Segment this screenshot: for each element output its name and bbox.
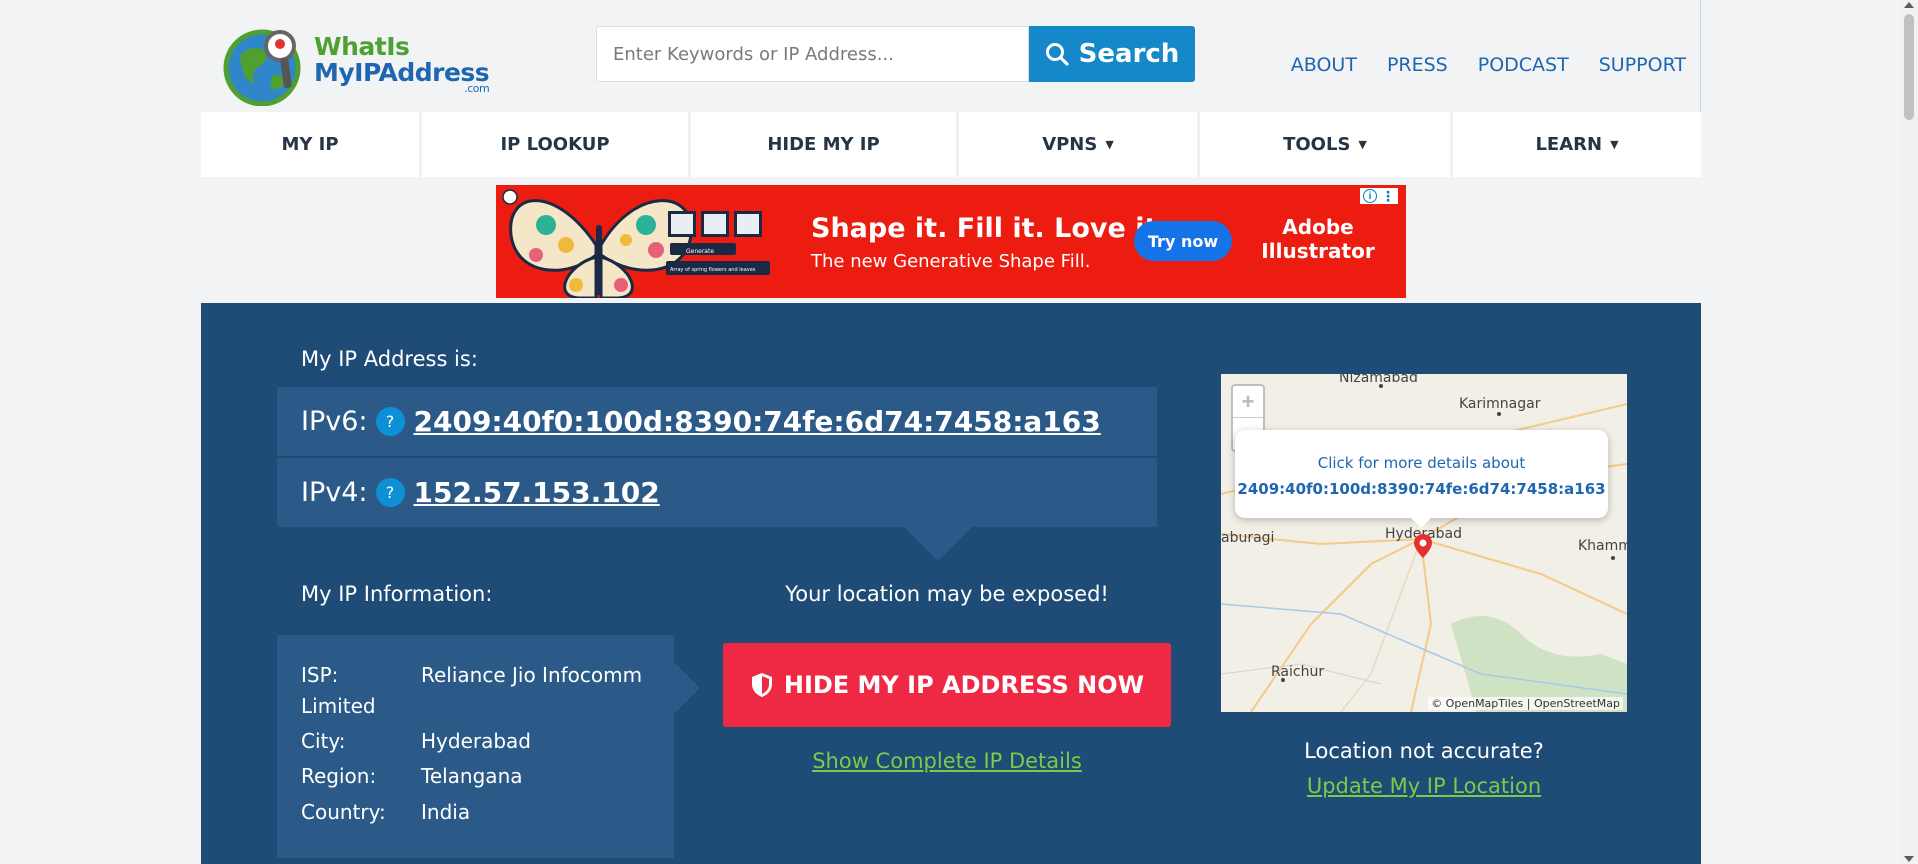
- ipv6-help-icon[interactable]: ?: [375, 407, 405, 436]
- scroll-up-icon[interactable]: [1904, 2, 1914, 8]
- info-row-isp-wrap: Limited: [301, 694, 376, 718]
- ad-brand-line1: Adobe: [1282, 215, 1354, 239]
- map-pin-icon[interactable]: [1414, 534, 1432, 558]
- shield-icon: [751, 673, 772, 697]
- search-icon: [1045, 43, 1069, 66]
- ipv4-label: IPv4:: [301, 477, 368, 508]
- map-attribution[interactable]: © OpenMapTiles | OpenStreetMap: [1428, 697, 1623, 710]
- map-popup-tip: [1411, 518, 1431, 528]
- nav-item-label: VPNS: [1042, 134, 1098, 155]
- info-value: India: [421, 800, 471, 824]
- ipv6-value[interactable]: 2409:40f0:100d:8390:74fe:6d74:7458:a163: [414, 405, 1101, 438]
- ad-subline: The new Generative Shape Fill.: [811, 251, 1091, 272]
- update-location-link[interactable]: Update My IP Location: [1221, 774, 1627, 798]
- show-details-link[interactable]: Show Complete IP Details: [723, 749, 1171, 773]
- ad-banner[interactable]: Generate Array of spring flowers and lea…: [496, 185, 1406, 298]
- ad-menu-icon[interactable]: ⋮: [1381, 189, 1395, 203]
- map-popup-ip[interactable]: 2409:40f0:100d:8390:74fe:6d74:7458:a163: [1235, 480, 1608, 498]
- info-heading: My IP Information:: [301, 582, 493, 606]
- ad-art-caption: Array of spring flowers and leaves: [670, 267, 756, 273]
- ip-panel: My IP Address is: IPv6: ? 2409:40f0:100d…: [201, 303, 1701, 864]
- ad-art-button: Generate: [686, 248, 714, 255]
- map-city-aburagi: aburagi: [1221, 530, 1275, 546]
- info-key: Country:: [301, 800, 386, 824]
- butterfly-illustration: Generate Array of spring flowers and lea…: [496, 185, 806, 298]
- info-key: Region:: [301, 764, 377, 788]
- info-row-country: Country: India: [301, 800, 470, 824]
- hide-my-ip-button[interactable]: HIDE MY IP ADDRESS NOW: [723, 643, 1171, 727]
- nav-item-label: TOOLS: [1283, 134, 1351, 155]
- ipv6-label: IPv6:: [301, 406, 368, 437]
- info-row-isp: ISP: Reliance Jio Infocomm: [301, 663, 642, 687]
- nav-item-tools[interactable]: TOOLS ▼: [1200, 112, 1453, 177]
- nav-item-label: HIDE MY IP: [767, 134, 880, 155]
- ad-headline: Shape it. Fill it. Love it.: [811, 213, 1168, 244]
- ad-try-now-button[interactable]: Try now: [1134, 221, 1232, 261]
- info-value: Telangana: [421, 764, 523, 788]
- map-city-khamm: Khamm: [1578, 538, 1627, 554]
- caret-down-icon: ▼: [1105, 138, 1114, 151]
- top-links: ABOUT PRESS PODCAST SUPPORT: [1291, 54, 1686, 76]
- info-row-region: Region: Telangana: [301, 764, 523, 788]
- map-popup[interactable]: Click for more details about 2409:40f0:1…: [1235, 430, 1608, 518]
- link-press[interactable]: PRESS: [1387, 54, 1448, 76]
- map-city-karimnagar: Karimnagar: [1459, 396, 1541, 412]
- nav-item-my-ip[interactable]: MY IP: [201, 112, 422, 177]
- globe-magnifier-icon: [223, 29, 301, 107]
- zoom-in-button[interactable]: +: [1233, 386, 1263, 418]
- search-button-label: Search: [1078, 39, 1180, 69]
- search-box: [596, 26, 1029, 82]
- hide-my-ip-label: HIDE MY IP ADDRESS NOW: [783, 671, 1145, 699]
- map-city-raichur: Raichur: [1271, 664, 1325, 680]
- info-pointer: [674, 662, 700, 714]
- nav-item-label: IP LOOKUP: [500, 134, 610, 155]
- scroll-thumb[interactable]: [1904, 14, 1914, 120]
- search-input[interactable]: [597, 27, 1028, 81]
- info-value-wrap: Limited: [301, 694, 376, 718]
- ad-brand-line2: Illustrator: [1261, 239, 1375, 263]
- nav-item-hide-my-ip[interactable]: HIDE MY IP: [691, 112, 959, 177]
- nav-item-label: MY IP: [281, 134, 339, 155]
- exposure-warning: Your location may be exposed!: [785, 582, 1109, 606]
- logo-line1: WhatIs: [314, 32, 410, 61]
- link-podcast[interactable]: PODCAST: [1478, 54, 1569, 76]
- logo-line2: MyIPAddress: [314, 58, 490, 87]
- ip-heading: My IP Address is:: [301, 347, 478, 371]
- ipv4-help-icon[interactable]: ?: [375, 478, 405, 507]
- ip-pointer: [904, 527, 972, 561]
- ad-choices[interactable]: i ⋮: [1360, 188, 1398, 204]
- nav-item-learn[interactable]: LEARN ▼: [1453, 112, 1701, 177]
- info-value: Hyderabad: [421, 729, 531, 753]
- caret-down-icon: ▼: [1358, 138, 1367, 151]
- nav-item-vpns[interactable]: VPNS ▼: [959, 112, 1200, 177]
- info-key: ISP:: [301, 663, 339, 687]
- ipv4-row: IPv4: ? 152.57.153.102: [277, 458, 1157, 527]
- nav-item-ip-lookup[interactable]: IP LOOKUP: [422, 112, 691, 177]
- link-support[interactable]: SUPPORT: [1599, 54, 1686, 76]
- info-value: Reliance Jio Infocomm: [421, 663, 643, 687]
- ip-info-box: ISP: Reliance Jio Infocomm Limited City: H…: [277, 635, 674, 858]
- logo-line3: .com: [464, 82, 490, 95]
- link-about[interactable]: ABOUT: [1291, 54, 1357, 76]
- logo-wordmark: WhatIs MyIPAddress .com: [314, 32, 490, 95]
- main-nav: MY IP IP LOOKUP HIDE MY IP VPNS ▼ TOOLS …: [201, 112, 1701, 177]
- info-row-city: City: Hyderabad: [301, 729, 531, 753]
- ad-brand: Adobe Illustrator: [1261, 215, 1375, 263]
- location-map[interactable]: Nizamabad Karimnagar aburagi Hyderabad K…: [1221, 374, 1627, 712]
- ipv4-value[interactable]: 152.57.153.102: [414, 476, 660, 509]
- ipv6-row: IPv6: ? 2409:40f0:100d:8390:74fe:6d74:74…: [277, 387, 1157, 456]
- site-logo[interactable]: WhatIs MyIPAddress .com: [218, 18, 490, 107]
- scroll-down-icon[interactable]: [1904, 856, 1914, 862]
- caret-down-icon: ▼: [1610, 138, 1619, 151]
- map-popup-line1: Click for more details about: [1317, 454, 1526, 472]
- ad-info-icon[interactable]: i: [1363, 189, 1377, 203]
- info-key: City:: [301, 729, 346, 753]
- nav-item-label: LEARN: [1535, 134, 1603, 155]
- map-city-nizamabad: Nizamabad: [1339, 374, 1418, 386]
- location-question: Location not accurate?: [1304, 739, 1544, 763]
- search-button[interactable]: Search: [1029, 26, 1195, 82]
- page-scrollbar[interactable]: [1900, 0, 1918, 864]
